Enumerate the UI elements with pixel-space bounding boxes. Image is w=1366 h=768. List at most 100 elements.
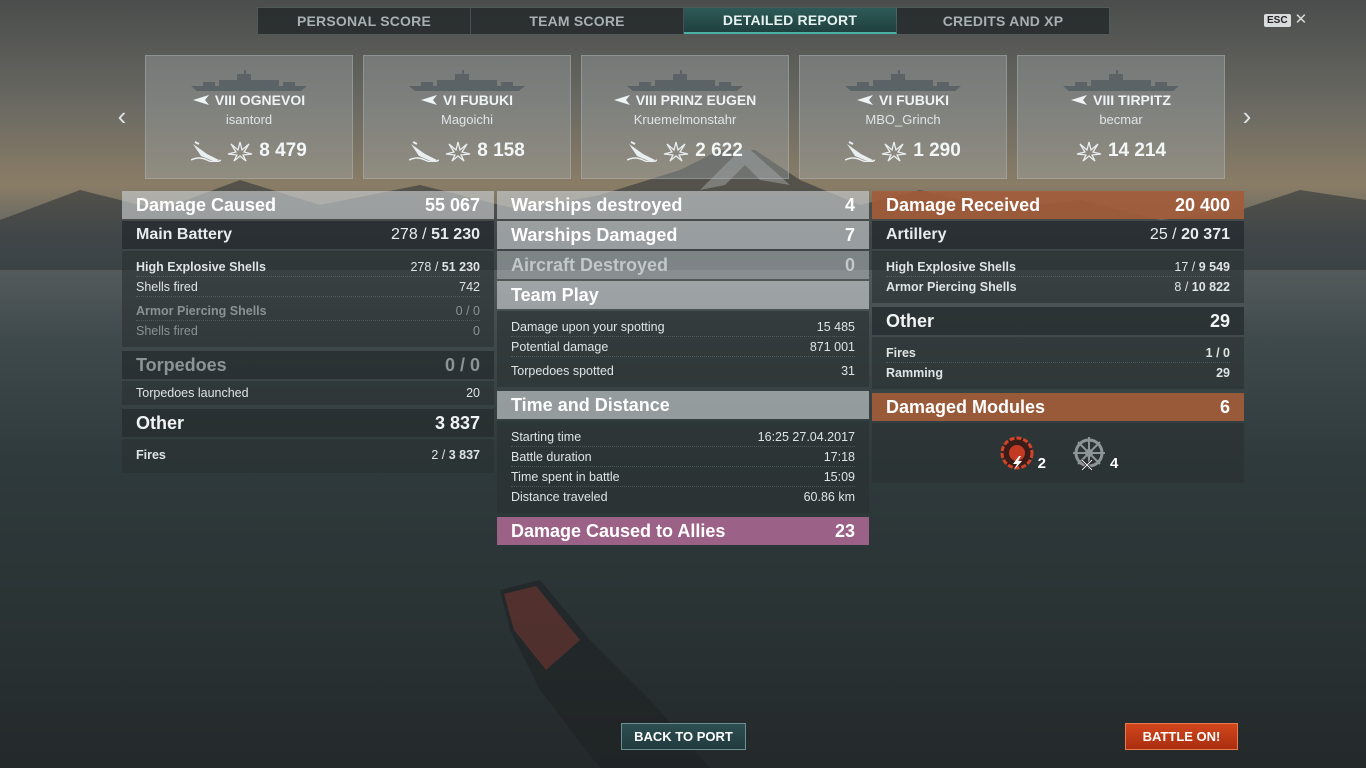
ap-received-row: Armor Piercing Shells 8 / 10 822 bbox=[886, 280, 1230, 294]
main-battery-value: 278 / 51 230 bbox=[391, 226, 480, 243]
engine-count: 2 bbox=[1037, 455, 1046, 472]
torpedoes-header: Torpedoes 0 / 0 bbox=[122, 351, 494, 379]
steering-count: 4 bbox=[1110, 455, 1119, 472]
esc-close-button[interactable]: ESC ✕ bbox=[1264, 11, 1308, 28]
battleship-icon bbox=[1071, 95, 1088, 105]
ship-silhouette-icon bbox=[191, 70, 307, 91]
damage-row: 14 214 bbox=[1018, 140, 1224, 162]
cruiser-icon bbox=[613, 95, 630, 105]
ship-silhouette-icon bbox=[409, 70, 525, 91]
damage-burst-icon bbox=[228, 141, 253, 162]
player-name: isantord bbox=[225, 112, 273, 127]
time-distance-rows: Starting time 16:25 27.04.2017 Battle dur… bbox=[497, 421, 869, 513]
warships-destroyed-header: Warships destroyed 4 bbox=[497, 191, 869, 219]
tab-personal-score[interactable]: PERSONAL SCORE bbox=[258, 8, 471, 34]
ap-shells-fired-row: Shells fired 0 bbox=[136, 324, 480, 338]
other-received-rows: Fires 1 / 0 Ramming 29 bbox=[872, 337, 1244, 389]
damage-row: 8 158 bbox=[364, 140, 570, 162]
tab-detailed-report[interactable]: DETAILED REPORT bbox=[684, 8, 897, 34]
battle-duration-row: Battle duration 17:18 bbox=[511, 447, 855, 467]
ramming-row: Ramming 29 bbox=[886, 366, 1230, 380]
damage-dealt-value: 8 158 bbox=[477, 140, 525, 161]
damage-received-header: Damage Received 20 400 bbox=[872, 191, 1244, 219]
steering-module: 4 bbox=[1070, 434, 1118, 472]
sunk-ship-icon bbox=[845, 141, 876, 162]
tab-team-score[interactable]: TEAM SCORE bbox=[471, 8, 684, 34]
destroyer-icon bbox=[192, 95, 209, 105]
damage-row: 8 479 bbox=[146, 140, 352, 162]
other-caused-rows: Fires 2 / 3 837 bbox=[122, 439, 494, 473]
artillery-header: Artillery 25 / 20 371 bbox=[872, 221, 1244, 249]
steering-gear-damaged-icon bbox=[1073, 437, 1105, 471]
other-caused-header: Other 3 837 bbox=[122, 409, 494, 437]
torpedoes-rows: Torpedoes launched 20 bbox=[122, 381, 494, 405]
torpedoes-spotted-row: Torpedoes spotted 31 bbox=[511, 364, 855, 378]
ship-silhouette-icon bbox=[627, 70, 743, 91]
time-distance-header: Time and Distance bbox=[497, 391, 869, 419]
ship-name: VI FUBUKI bbox=[879, 92, 949, 108]
damage-received-panel: Damage Received 20 400 Artillery 25 / 20 … bbox=[872, 191, 1244, 483]
other-received-header: Other 29 bbox=[872, 307, 1244, 335]
ap-shells-row: Armor Piercing Shells 0 / 0 bbox=[136, 301, 480, 321]
ship-name: VIII TIRPITZ bbox=[1093, 92, 1171, 108]
destroyer-icon bbox=[421, 95, 437, 105]
damage-row: 2 622 bbox=[582, 140, 788, 162]
ship-card: VIII PRINZ EUGEN Kruemelmonstahr 2 622 bbox=[581, 55, 789, 179]
damage-burst-icon bbox=[882, 141, 907, 162]
ship-name-row: VI FUBUKI bbox=[800, 92, 1006, 108]
he-received-row: High Explosive Shells 17 / 9 549 bbox=[886, 257, 1230, 277]
player-name: Magoichi bbox=[440, 112, 494, 127]
starting-time-row: Starting time 16:25 27.04.2017 bbox=[511, 427, 855, 447]
damaged-modules-list: 2 4 bbox=[872, 423, 1244, 483]
carousel-prev-icon[interactable]: ‹ bbox=[113, 103, 131, 130]
sunk-ship-icon bbox=[191, 141, 222, 162]
damage-caused-header: Damage Caused 55 067 bbox=[122, 191, 494, 219]
fires-caused-row: Fires 2 / 3 837 bbox=[136, 448, 480, 462]
he-shells-fired-row: Shells fired 742 bbox=[136, 277, 480, 297]
battle-on-button[interactable]: BATTLE ON! bbox=[1125, 723, 1238, 750]
damage-caused-panel: Damage Caused 55 067 Main Battery 278 / … bbox=[122, 191, 494, 473]
damage-burst-icon bbox=[664, 141, 689, 162]
ship-name: VIII PRINZ EUGEN bbox=[635, 92, 757, 108]
damage-caused-value: 55 067 bbox=[424, 194, 480, 215]
damage-row: 1 290 bbox=[800, 140, 1006, 162]
ship-name: VIII OGNEVOI bbox=[214, 92, 306, 108]
damage-allies-header: Damage Caused to Allies 23 bbox=[497, 517, 869, 545]
tab-credits-and-xp[interactable]: CREDITS AND XP bbox=[897, 8, 1109, 34]
player-name: MBO_Grinch bbox=[865, 112, 941, 127]
ship-name-row: VIII PRINZ EUGEN bbox=[582, 92, 788, 108]
player-name: Kruemelmonstahr bbox=[633, 112, 737, 127]
player-name: becmar bbox=[1099, 112, 1143, 127]
ship-card: VIII TIRPITZ becmar 14 214 bbox=[1017, 55, 1225, 179]
ship-name-row: VIII OGNEVOI bbox=[146, 92, 352, 108]
damage-dealt-value: 2 622 bbox=[695, 140, 743, 161]
sunk-ship-icon bbox=[409, 141, 440, 162]
esc-badge: ESC bbox=[1264, 13, 1291, 27]
sunk-ship-icon bbox=[627, 141, 658, 162]
engine-module: 2 bbox=[998, 434, 1046, 472]
damaged-modules-header: Damaged Modules 6 bbox=[872, 393, 1244, 421]
he-shells-row: High Explosive Shells 278 / 51 230 bbox=[136, 257, 480, 277]
damage-caused-label: Damage Caused bbox=[136, 194, 277, 215]
carousel-next-icon[interactable]: › bbox=[1238, 103, 1256, 130]
back-to-port-button[interactable]: BACK TO PORT bbox=[621, 723, 746, 750]
team-play-rows: Damage upon your spotting 15 485 Potentia… bbox=[497, 311, 869, 387]
damage-dealt-value: 14 214 bbox=[1107, 140, 1167, 161]
ship-card: VIII OGNEVOI isantord 8 479 bbox=[145, 55, 353, 179]
ship-card: VI FUBUKI MBO_Grinch 1 290 bbox=[799, 55, 1007, 179]
aircraft-destroyed-header: Aircraft Destroyed 0 bbox=[497, 251, 869, 279]
ship-silhouette-icon bbox=[845, 70, 961, 91]
tab-bar: PERSONAL SCORE TEAM SCORE DETAILED REPOR… bbox=[257, 7, 1110, 35]
ship-card: VI FUBUKI Magoichi 8 158 bbox=[363, 55, 571, 179]
potential-damage-row: Potential damage 871 001 bbox=[511, 337, 855, 357]
main-battery-label: Main Battery bbox=[136, 226, 233, 243]
battle-stats-panel: Warships destroyed 4 Warships Damaged 7 Ai… bbox=[497, 191, 869, 547]
destroyer-icon bbox=[857, 95, 873, 105]
close-icon: ✕ bbox=[1294, 11, 1308, 28]
time-spent-row: Time spent in battle 15:09 bbox=[511, 467, 855, 487]
team-play-header: Team Play bbox=[497, 281, 869, 309]
main-battery-header: Main Battery 278 / 51 230 bbox=[122, 221, 494, 249]
fires-received-row: Fires 1 / 0 bbox=[886, 343, 1230, 363]
warships-damaged-header: Warships Damaged 7 bbox=[497, 221, 869, 249]
artillery-rows: High Explosive Shells 17 / 9 549 Armor Pi… bbox=[872, 251, 1244, 303]
